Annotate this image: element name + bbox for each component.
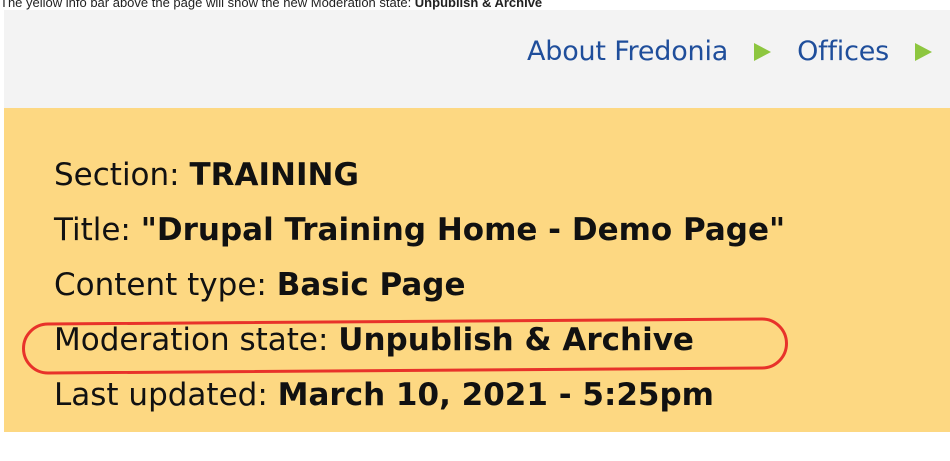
- info-lines: Section: TRAINING Title: "Drupal Trainin…: [54, 148, 785, 423]
- title-value: "Drupal Training Home - Demo Page": [140, 212, 786, 248]
- content-type-label: Content type:: [54, 267, 277, 303]
- page-screenshot: About Fredonia Offices Section: TRAINING…: [4, 10, 950, 461]
- caption-emphasis: Unpublish & Archive: [414, 0, 543, 10]
- breadcrumb-item-about-fredonia[interactable]: About Fredonia: [527, 36, 728, 67]
- page-bottom-area: [4, 432, 950, 461]
- breadcrumb-bar: About Fredonia Offices: [4, 10, 950, 108]
- section-line: Section: TRAINING: [54, 148, 785, 203]
- title-label: Title:: [54, 212, 141, 248]
- last-updated-label: Last updated:: [54, 377, 278, 413]
- section-value: TRAINING: [189, 157, 359, 193]
- instruction-caption: The yellow info bar above the page will …: [0, 0, 950, 10]
- moderation-info-bar: Section: TRAINING Title: "Drupal Trainin…: [4, 108, 950, 432]
- moderation-highlight-circle: [21, 317, 789, 375]
- breadcrumb-arrow-icon: [915, 42, 932, 61]
- last-updated-line: Last updated: March 10, 2021 - 5:25pm: [54, 368, 785, 423]
- last-updated-value: March 10, 2021 - 5:25pm: [277, 377, 714, 413]
- title-line: Title: "Drupal Training Home - Demo Page…: [54, 203, 785, 258]
- breadcrumb: About Fredonia Offices: [527, 36, 932, 67]
- breadcrumb-item-offices[interactable]: Offices: [797, 36, 889, 67]
- section-label: Section:: [54, 157, 190, 193]
- content-type-value: Basic Page: [276, 267, 466, 303]
- caption-prefix: The yellow info bar above the page will …: [0, 0, 415, 10]
- content-type-line: Content type: Basic Page: [54, 258, 785, 313]
- breadcrumb-arrow-icon: [754, 42, 772, 61]
